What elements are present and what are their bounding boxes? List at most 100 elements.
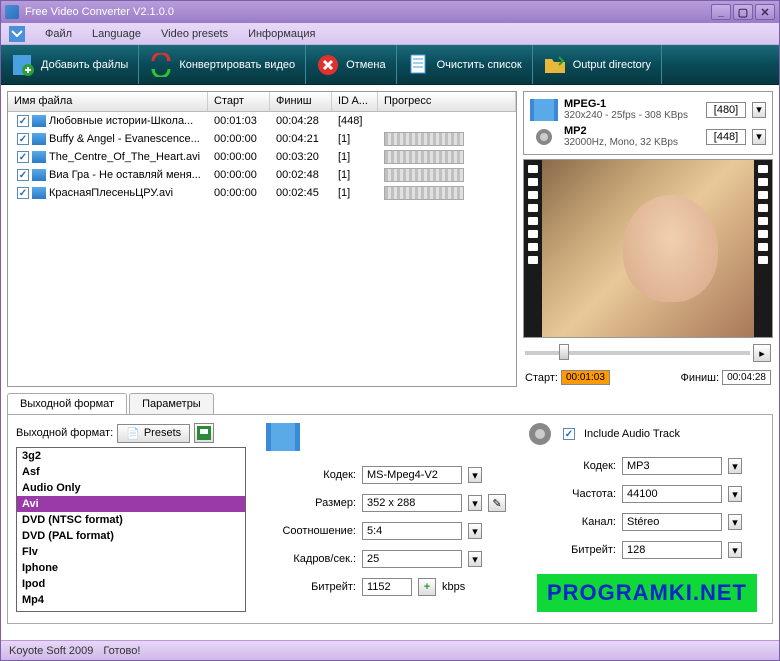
file-progress bbox=[378, 113, 516, 129]
format-list-item[interactable]: Mp4 bbox=[17, 592, 245, 608]
audio-freq-input[interactable]: 44100 bbox=[622, 485, 722, 503]
menubar: Файл Language Video presets Информация bbox=[1, 23, 779, 45]
start-time-label: Старт: bbox=[525, 372, 558, 384]
seek-forward-button[interactable]: ▸ bbox=[753, 344, 771, 362]
start-time-value[interactable]: 00:01:03 bbox=[561, 370, 610, 385]
format-list-item[interactable]: 3g2 bbox=[17, 448, 245, 464]
add-files-label: Добавить файлы bbox=[41, 59, 128, 71]
audio-bitrate-input[interactable]: 128 bbox=[622, 541, 722, 559]
minimize-button[interactable]: _ bbox=[711, 4, 731, 20]
format-list[interactable]: 3g2AsfAudio OnlyAviDVD (NTSC format)DVD … bbox=[16, 447, 246, 612]
video-ratio-input[interactable]: 5:4 bbox=[362, 522, 462, 540]
file-checkbox[interactable] bbox=[17, 115, 29, 127]
seek-thumb[interactable] bbox=[559, 344, 569, 360]
format-list-item[interactable]: Iphone bbox=[17, 560, 245, 576]
file-checkbox[interactable] bbox=[17, 133, 29, 145]
format-list-item[interactable]: Audio Only bbox=[17, 480, 245, 496]
clear-icon bbox=[407, 53, 431, 77]
menu-language[interactable]: Language bbox=[82, 26, 151, 42]
toolbar: Добавить файлы Конвертировать видео Отме… bbox=[1, 45, 779, 85]
table-row[interactable]: Buffy & Angel - Evanescence...00:00:0000… bbox=[8, 130, 516, 148]
folder-icon bbox=[543, 53, 567, 77]
film-strip-right bbox=[754, 160, 772, 337]
video-format-dropdown[interactable]: ▾ bbox=[752, 102, 766, 118]
finish-time-label: Финиш: bbox=[680, 372, 719, 384]
audio-channel-input[interactable]: Stéreo bbox=[622, 513, 722, 531]
content-area: Имя файла Старт Финиш ID A... Прогресс Л… bbox=[1, 85, 779, 393]
video-size-dropdown[interactable]: ▾ bbox=[468, 495, 482, 511]
table-row[interactable]: The_Centre_Of_The_Heart.avi00:00:0000:03… bbox=[8, 148, 516, 166]
video-fps-input[interactable]: 25 bbox=[362, 550, 462, 568]
video-codec-input[interactable]: MS-Mpeg4-V2 bbox=[362, 466, 462, 484]
convert-button[interactable]: Конвертировать видео bbox=[139, 45, 306, 84]
video-size-edit[interactable]: ✎ bbox=[488, 494, 506, 512]
table-row[interactable]: Виа Гра - Не оставляй меня...00:00:0000:… bbox=[8, 166, 516, 184]
titlebar[interactable]: Free Video Converter V2.1.0.0 _ ▢ ✕ bbox=[1, 1, 779, 23]
video-size-input[interactable]: 352 x 288 bbox=[362, 494, 462, 512]
audio-channel-dropdown[interactable]: ▾ bbox=[728, 514, 742, 530]
video-file-icon bbox=[32, 133, 46, 145]
audio-freq-dropdown[interactable]: ▾ bbox=[728, 486, 742, 502]
right-panel: MPEG-1 320x240 - 25fps - 308 KBps [480] … bbox=[523, 91, 773, 387]
format-list-item[interactable]: Asf bbox=[17, 464, 245, 480]
audio-codec-dropdown[interactable]: ▾ bbox=[728, 458, 742, 474]
window-title: Free Video Converter V2.1.0.0 bbox=[25, 6, 709, 18]
tab-output-format[interactable]: Выходной формат bbox=[7, 393, 127, 414]
table-row[interactable]: КраснаяПлесеньЦРУ.avi00:00:0000:02:45[1] bbox=[8, 184, 516, 202]
video-bitrate-inc[interactable]: + bbox=[418, 578, 436, 596]
file-finish: 00:02:45 bbox=[270, 186, 332, 200]
table-row[interactable]: Любовные истории-Школа...00:01:0300:04:2… bbox=[8, 112, 516, 130]
video-codec-dropdown[interactable]: ▾ bbox=[468, 467, 482, 483]
maximize-button[interactable]: ▢ bbox=[733, 4, 753, 20]
menu-video-presets[interactable]: Video presets bbox=[151, 26, 238, 42]
cancel-button[interactable]: Отмена bbox=[306, 45, 396, 84]
file-checkbox[interactable] bbox=[17, 151, 29, 163]
menu-info[interactable]: Информация bbox=[238, 26, 325, 42]
video-preview[interactable] bbox=[523, 159, 773, 338]
tab-parameters[interactable]: Параметры bbox=[129, 393, 214, 414]
menu-file[interactable]: Файл bbox=[35, 26, 82, 42]
clear-list-button[interactable]: Очистить список bbox=[397, 45, 533, 84]
video-fps-dropdown[interactable]: ▾ bbox=[468, 551, 482, 567]
format-list-item[interactable]: Flv bbox=[17, 544, 245, 560]
audio-codec-label: Кодек: bbox=[526, 460, 616, 472]
close-button[interactable]: ✕ bbox=[755, 4, 775, 20]
audio-bitrate-dropdown[interactable]: ▾ bbox=[728, 542, 742, 558]
format-list-item[interactable]: DVD (PAL format) bbox=[17, 528, 245, 544]
file-progress bbox=[378, 131, 516, 147]
save-preset-button[interactable] bbox=[194, 423, 214, 443]
file-name: Buffy & Angel - Evanescence... bbox=[49, 133, 200, 145]
audio-codec-input[interactable]: MP3 bbox=[622, 457, 722, 475]
add-files-button[interactable]: Добавить файлы bbox=[1, 45, 139, 84]
format-list-item[interactable]: Ipod bbox=[17, 576, 245, 592]
format-list-item[interactable]: Avi bbox=[17, 496, 245, 512]
file-checkbox[interactable] bbox=[17, 169, 29, 181]
seek-slider[interactable] bbox=[525, 351, 750, 355]
audio-format-sel: [448] bbox=[706, 129, 746, 145]
presets-button[interactable]: 📄 Presets bbox=[117, 424, 190, 443]
include-audio-checkbox[interactable] bbox=[563, 428, 575, 440]
file-finish: 00:02:48 bbox=[270, 168, 332, 182]
video-bitrate-input[interactable]: 1152 bbox=[362, 578, 412, 596]
convert-label: Конвертировать видео bbox=[179, 59, 295, 71]
col-filename[interactable]: Имя файла bbox=[8, 92, 208, 111]
video-ratio-dropdown[interactable]: ▾ bbox=[468, 523, 482, 539]
file-name: Любовные истории-Школа... bbox=[49, 115, 193, 127]
format-list-item[interactable]: DVD (NTSC format) bbox=[17, 512, 245, 528]
video-format-sel: [480] bbox=[706, 102, 746, 118]
statusbar: Koyote Soft 2009 Готово! bbox=[1, 640, 779, 660]
audio-format-dropdown[interactable]: ▾ bbox=[752, 129, 766, 145]
finish-time-value[interactable]: 00:04:28 bbox=[722, 370, 771, 385]
col-start[interactable]: Старт bbox=[208, 92, 270, 111]
video-format-name: MPEG-1 bbox=[564, 98, 700, 110]
col-finish[interactable]: Финиш bbox=[270, 92, 332, 111]
output-dir-button[interactable]: Output directory bbox=[533, 45, 662, 84]
col-progress[interactable]: Прогресс bbox=[378, 92, 516, 111]
status-text: Готово! bbox=[103, 645, 140, 657]
file-checkbox[interactable] bbox=[17, 187, 29, 199]
audio-format-name: MP2 bbox=[564, 125, 700, 137]
video-bitrate-unit: kbps bbox=[442, 581, 465, 593]
file-rows: Любовные истории-Школа...00:01:0300:04:2… bbox=[8, 112, 516, 202]
col-id[interactable]: ID A... bbox=[332, 92, 378, 111]
file-start: 00:00:00 bbox=[208, 132, 270, 146]
